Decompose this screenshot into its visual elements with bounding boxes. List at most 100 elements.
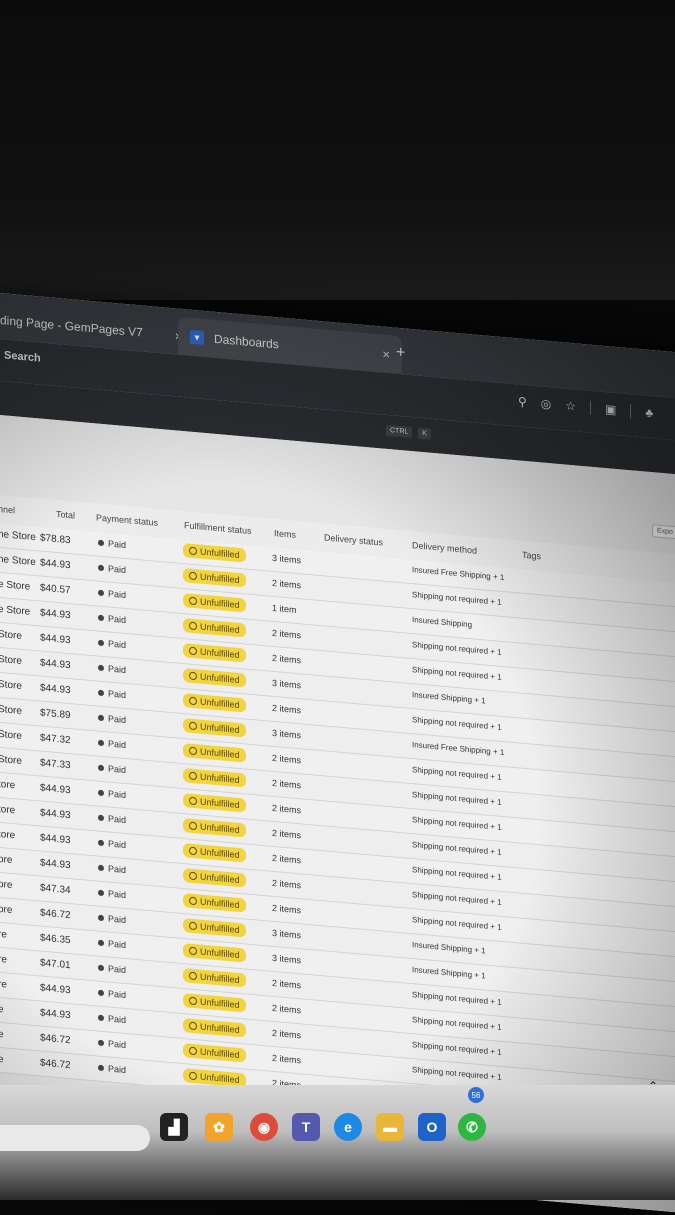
close-icon[interactable]: × <box>382 346 390 362</box>
fulfillment-badge: Unfulfilled <box>183 543 246 563</box>
fulfillment-label: Unfulfilled <box>200 1071 240 1086</box>
new-tab-button[interactable]: + <box>396 344 405 363</box>
items-cell[interactable]: 2 items <box>272 578 301 591</box>
channel-cell: re <box>0 928 7 941</box>
incognito-icon[interactable]: ♣ <box>645 406 653 421</box>
star-icon[interactable]: ☆ <box>565 399 576 414</box>
fulfillment-label: Unfulfilled <box>200 696 240 711</box>
outlook-icon[interactable]: O <box>418 1113 446 1141</box>
col-fulfillment[interactable]: Fulfillment status <box>184 520 252 536</box>
items-cell[interactable]: 2 items <box>272 978 301 991</box>
payment-label: Paid <box>108 588 127 601</box>
payment-label: Paid <box>108 1013 127 1026</box>
teams-icon[interactable]: T <box>292 1113 320 1141</box>
items-cell[interactable]: 1 item <box>272 603 297 615</box>
items-cell[interactable]: 3 items <box>272 553 301 566</box>
unfulfilled-ring-icon <box>189 696 197 706</box>
fulfillment-label: Unfulfilled <box>200 571 240 586</box>
items-cell[interactable]: 3 items <box>272 953 301 966</box>
whatsapp-icon[interactable]: ✆ <box>458 1113 486 1141</box>
delivery-method-cell: Shipping not required + 1 <box>412 1065 502 1082</box>
items-cell[interactable]: 2 items <box>272 828 301 841</box>
delivery-method-cell: Shipping not required + 1 <box>412 1040 502 1057</box>
zoom-icon[interactable]: ⚲ <box>518 394 527 409</box>
unfulfilled-ring-icon <box>189 746 197 756</box>
items-cell[interactable]: 3 items <box>272 928 301 941</box>
eye-off-icon[interactable]: ◎ <box>541 396 551 411</box>
unfulfilled-ring-icon <box>189 571 197 581</box>
fulfillment-badge: Unfulfilled <box>183 1018 246 1038</box>
total-cell: $44.93 <box>40 807 71 822</box>
col-total[interactable]: Total <box>56 509 75 521</box>
reader-icon[interactable]: ▣ <box>605 402 616 417</box>
toolbar-icons: ⚲ ◎ ☆ ▣ ♣ <box>518 394 653 420</box>
status-dot-icon <box>98 839 104 847</box>
total-cell: $78.83 <box>40 532 71 547</box>
search-field[interactable]: Search <box>4 349 41 364</box>
items-cell[interactable]: 2 items <box>272 703 301 716</box>
channel-cell: ore <box>0 853 13 867</box>
channel-cell: tore <box>0 803 16 817</box>
payment-badge: Paid <box>98 913 126 925</box>
items-cell[interactable]: 2 items <box>272 1028 301 1041</box>
unfulfilled-ring-icon <box>189 971 197 981</box>
channel-cell: e <box>0 1053 4 1066</box>
unfulfilled-ring-icon <box>189 846 197 856</box>
items-cell[interactable]: 2 items <box>272 753 301 766</box>
status-dot-icon <box>98 1014 104 1022</box>
payment-label: Paid <box>108 613 127 626</box>
dashboards-icon: ▾ <box>190 329 204 345</box>
fulfillment-badge: Unfulfilled <box>183 843 246 863</box>
delivery-method-cell: Shipping not required + 1 <box>412 865 502 882</box>
col-tags[interactable]: Tags <box>522 550 541 562</box>
col-channel[interactable]: nnel <box>0 504 15 515</box>
total-cell: $46.72 <box>40 907 71 922</box>
total-cell: $44.93 <box>40 557 71 572</box>
orders-table-body: ne Store $78.83 Paid Unfulfilled 3 items Insu… <box>0 522 675 1135</box>
export-button[interactable]: Expo <box>652 524 675 540</box>
payment-label: Paid <box>108 913 127 926</box>
taskbar-search[interactable] <box>0 1125 150 1151</box>
windows-taskbar: ⌃ ▟ ✿ ◉ T e ▬ O ✆ 56 <box>0 1079 675 1200</box>
items-cell[interactable]: 3 items <box>272 728 301 741</box>
fulfillment-label: Unfulfilled <box>200 946 240 961</box>
delivery-method-cell: Insured Shipping + 1 <box>412 940 486 956</box>
items-cell[interactable]: 2 items <box>272 853 301 866</box>
unfulfilled-ring-icon <box>189 621 197 631</box>
unfulfilled-ring-icon <box>189 546 197 556</box>
col-payment[interactable]: Payment status <box>96 512 158 527</box>
delivery-method-cell: Shipping not required + 1 <box>412 990 502 1007</box>
total-cell: $47.01 <box>40 957 71 972</box>
total-cell: $44.93 <box>40 832 71 847</box>
items-cell[interactable]: 3 items <box>272 678 301 691</box>
items-cell[interactable]: 2 items <box>272 903 301 916</box>
channel-cell: ore <box>0 878 13 892</box>
fulfillment-label: Unfulfilled <box>200 546 240 561</box>
items-cell[interactable]: 2 items <box>272 653 301 666</box>
file-explorer-icon[interactable]: ▬ <box>376 1113 404 1141</box>
fulfillment-badge: Unfulfilled <box>183 743 246 763</box>
items-cell[interactable]: 2 items <box>272 1053 301 1066</box>
items-cell[interactable]: 2 items <box>272 1003 301 1016</box>
items-cell[interactable]: 2 items <box>272 778 301 791</box>
widgets-icon[interactable]: ▟ <box>160 1113 188 1141</box>
col-delivery-method[interactable]: Delivery method <box>412 540 477 556</box>
items-cell[interactable]: 2 items <box>272 803 301 816</box>
edge-icon[interactable]: e <box>334 1113 362 1141</box>
col-items[interactable]: Items <box>274 528 296 540</box>
items-cell[interactable]: 2 items <box>272 628 301 641</box>
status-dot-icon <box>98 789 104 797</box>
fulfillment-badge: Unfulfilled <box>183 593 246 613</box>
fulfillment-badge: Unfulfilled <box>183 618 246 638</box>
channel-cell: e Store <box>0 603 31 618</box>
unfulfilled-ring-icon <box>189 796 197 806</box>
copilot-icon[interactable]: ✿ <box>205 1113 233 1141</box>
unfulfilled-ring-icon <box>189 921 197 931</box>
payment-badge: Paid <box>98 563 126 575</box>
col-delivery-status[interactable]: Delivery status <box>324 532 383 547</box>
status-dot-icon <box>98 589 104 597</box>
items-cell[interactable]: 2 items <box>272 878 301 891</box>
chrome-icon[interactable]: ◉ <box>250 1113 278 1141</box>
chevron-up-icon[interactable]: ⌃ <box>648 1079 658 1093</box>
payment-label: Paid <box>108 888 127 901</box>
